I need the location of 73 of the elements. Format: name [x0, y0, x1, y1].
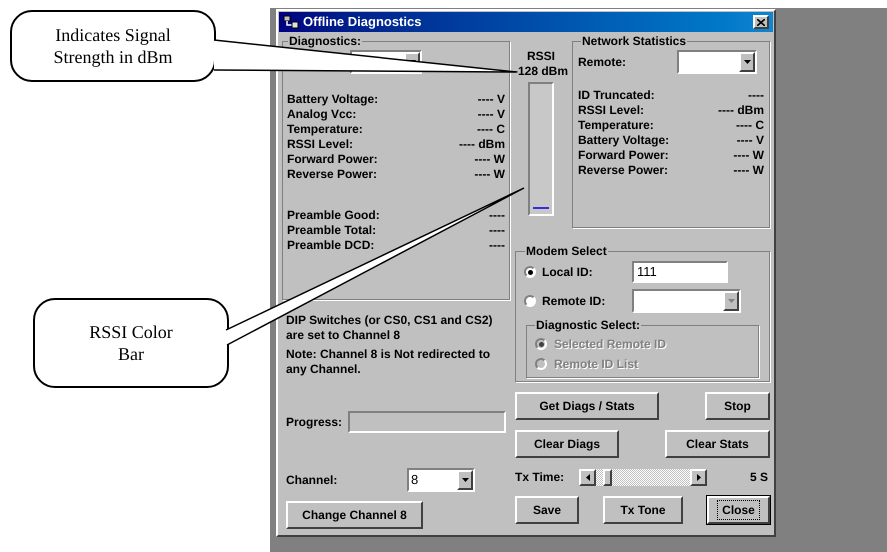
left-arrow-icon: [586, 474, 590, 480]
stat-label: RSSI Level:: [287, 137, 354, 152]
dialog-button[interactable]: Clear Diags: [515, 430, 619, 458]
stat-value: ---- dBm: [459, 137, 505, 152]
rssi-reading: -128 dBm: [514, 64, 568, 79]
group-title: Diagnostics:: [288, 33, 362, 50]
remote-label: Remote:: [578, 54, 626, 71]
radio-button[interactable]: [524, 266, 536, 278]
group-title: Modem Select: [525, 243, 608, 260]
stat-label: Forward Power:: [578, 148, 669, 163]
dialog-button[interactable]: Stop: [705, 392, 770, 420]
right-arrow-icon: [696, 474, 700, 480]
tx-time-reading: 5 S: [748, 469, 768, 486]
dropdown-arrow-button[interactable]: [457, 470, 473, 490]
stat-value: ---- dBm: [718, 103, 764, 118]
stat-value: ---- V: [478, 107, 505, 122]
rssi-title: RSSI: [526, 49, 555, 64]
stat-value: ---- W: [733, 148, 764, 163]
stat-value: ----: [489, 238, 505, 253]
scroll-left-button[interactable]: [579, 468, 596, 486]
channel-label: Channel:: [286, 472, 338, 489]
stat-label: Reverse Power:: [287, 167, 378, 182]
caret-icon: [728, 299, 734, 303]
caret-icon: [462, 478, 468, 482]
channel-note: DIP Switches (or CS0, CS1 and CS2) are set to Channel 8: [286, 313, 494, 343]
dialog-button[interactable]: Tx Tone: [603, 496, 683, 524]
stat-label: Analog Vcc:: [287, 107, 356, 122]
stat-label: Preamble Good:: [287, 208, 380, 223]
stat-value: ---- W: [474, 167, 505, 182]
stat-value: ---- W: [474, 152, 505, 167]
stat-label: Battery Voltage:: [578, 133, 670, 148]
dialog-button[interactable]: Save: [515, 496, 579, 524]
stat-value: ---- V: [736, 133, 764, 148]
stat-value: ---- V: [478, 92, 505, 107]
scroll-right-button[interactable]: [690, 468, 707, 486]
dropdown-arrow-button[interactable]: [739, 52, 755, 72]
dialog-button[interactable]: Clear Stats: [665, 430, 770, 458]
stat-value: ----: [748, 88, 764, 103]
window-title: Offline Diagnostics: [303, 13, 422, 32]
tx-time-label: Tx Time:: [515, 469, 566, 486]
channel-dropdown[interactable]: 8: [407, 468, 475, 492]
stat-label: Battery Voltage:: [287, 92, 378, 107]
dialog-button[interactable]: Change Channel 8: [286, 501, 423, 529]
stat-value: ---- C: [477, 122, 505, 137]
callout-text: Indicates Signal Strength in dBm: [52, 24, 174, 68]
slider-thumb[interactable]: [602, 468, 612, 486]
close-icon: [757, 18, 765, 26]
dialog-button[interactable]: Close: [707, 496, 770, 524]
tx-time-scrollbar[interactable]: [579, 468, 707, 486]
stat-label: RSSI Level:: [578, 103, 644, 118]
channel-note: Note: Channel 8 is Not redirected to any Channel.: [286, 347, 492, 377]
stat-label: Temperature:: [578, 118, 654, 133]
local-id-field[interactable]: 111: [632, 261, 728, 283]
stat-label: ID Truncated:: [578, 88, 655, 103]
close-button[interactable]: [753, 15, 769, 29]
stat-label: Forward Power:: [287, 152, 378, 167]
caret-icon: [744, 60, 750, 64]
group-title: Diagnostic Select:: [535, 317, 642, 334]
dialog-button[interactable]: Get Diags / Stats: [515, 392, 659, 420]
remote-dropdown[interactable]: [677, 50, 757, 74]
stat-value: ----: [489, 223, 505, 238]
stat-value: ---- W: [733, 163, 764, 178]
stat-label: Preamble Total:: [287, 223, 376, 238]
stat-label: Temperature:: [287, 122, 363, 137]
stat-label: Reverse Power:: [578, 163, 668, 178]
group-title: Network Statistics: [581, 33, 688, 50]
progress-label: Progress:: [286, 414, 342, 431]
stat-label: Preamble DCD:: [287, 238, 374, 253]
stat-value: ---- C: [736, 118, 764, 133]
stat-value: ----: [489, 208, 505, 223]
callout-text: RSSI Color Bar: [88, 321, 174, 365]
radio-label[interactable]: Local ID:: [542, 263, 632, 281]
network-plug-icon: [283, 15, 299, 29]
